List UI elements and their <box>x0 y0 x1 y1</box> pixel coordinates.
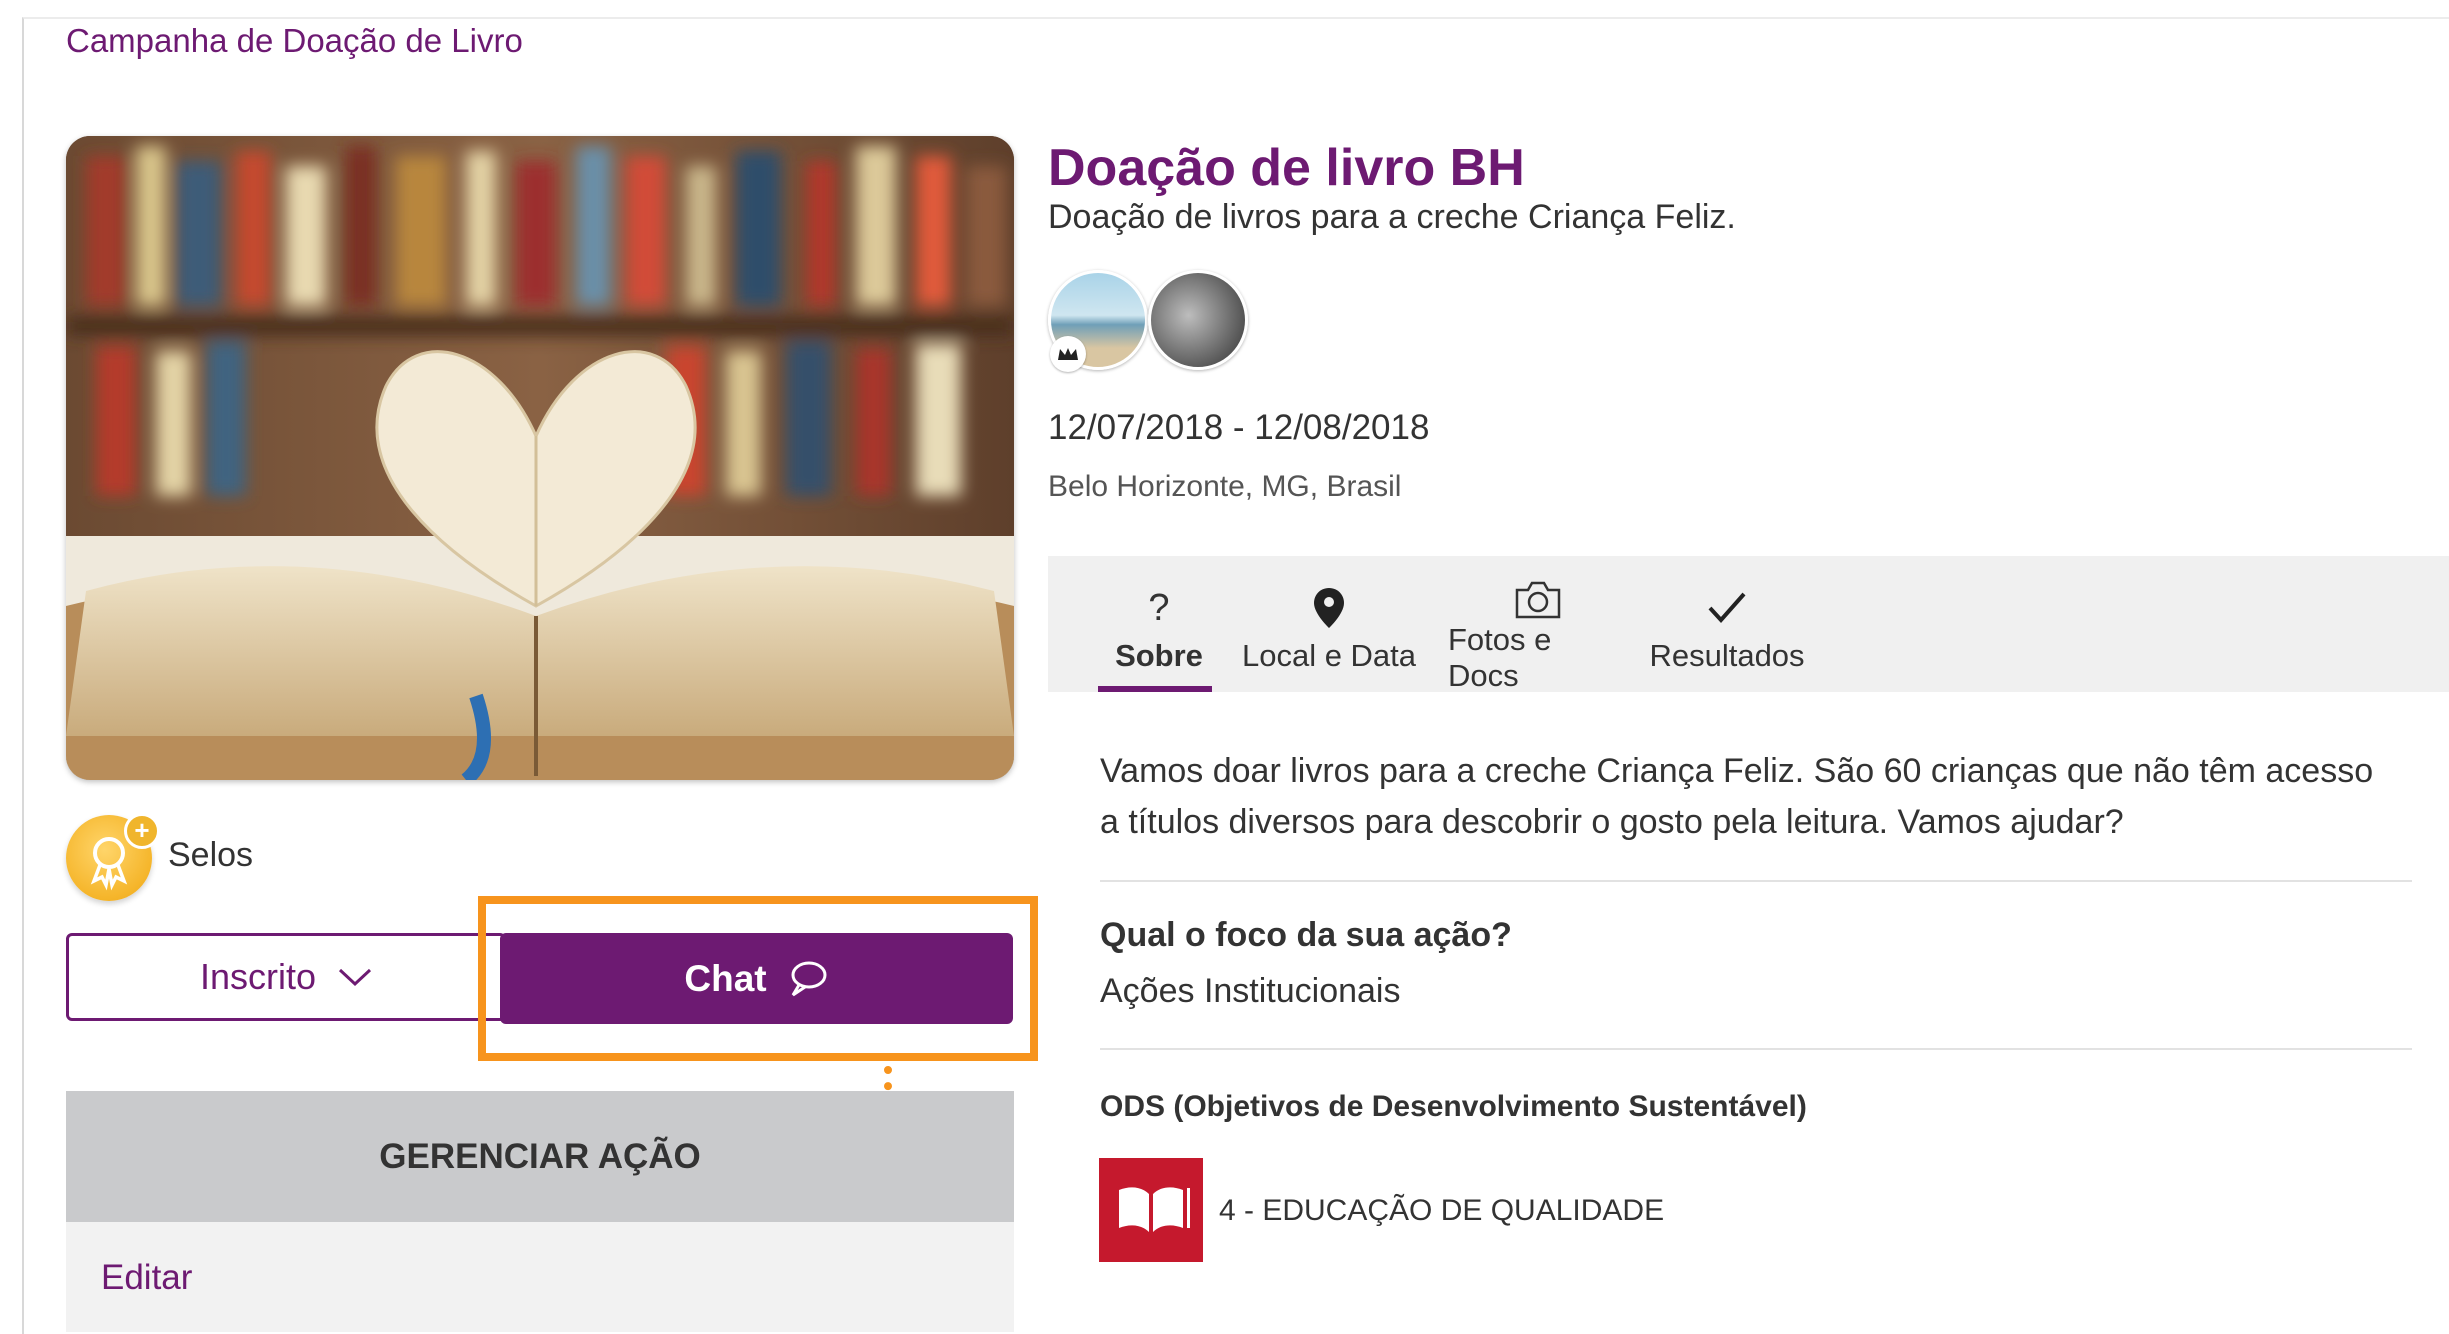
tab-photos-docs-label: Fotos e Docs <box>1448 622 1552 693</box>
tab-results[interactable]: Resultados <box>1649 556 1805 692</box>
check-icon <box>1707 580 1747 636</box>
campaign-cover-image <box>66 136 1014 780</box>
crown-icon <box>1050 336 1086 372</box>
focus-answer: Ações Institucionais <box>1100 972 1401 1010</box>
ods-item-label: 4 - EDUCAÇÃO DE QUALIDADE <box>1219 1194 1665 1227</box>
add-badge-icon[interactable]: + <box>124 813 160 849</box>
campaign-description: Vamos doar livros para a creche Criança … <box>1100 752 2374 841</box>
chat-highlight-box <box>478 896 1038 1061</box>
divider <box>1100 1048 2412 1050</box>
tab-about[interactable]: ? Sobre <box>1102 556 1216 692</box>
campaign-subtitle: Doação de livros para a creche Criança F… <box>1048 198 1736 236</box>
tab-bar: ? Sobre Local e Data Fotos e Docs Result… <box>1048 556 2449 693</box>
manage-action-panel <box>66 1222 1014 1332</box>
map-pin-icon <box>1312 580 1346 636</box>
active-tab-indicator <box>1098 686 1212 692</box>
member-avatar[interactable] <box>1148 270 1248 370</box>
tab-location-date-label: Local e Data <box>1241 638 1417 673</box>
focus-question: Qual o foco da sua ação? <box>1100 916 1512 954</box>
manage-action-header: GERENCIAR AÇÃO <box>66 1091 1014 1222</box>
tab-about-label: Sobre <box>1115 638 1203 673</box>
badges-label: Selos <box>168 836 254 874</box>
ods-education-book-icon <box>1099 1158 1203 1262</box>
tab-location-date[interactable]: Local e Data <box>1234 556 1424 692</box>
breadcrumb[interactable]: Campanha de Doação de Livro <box>66 22 523 60</box>
tab-results-label: Resultados <box>1649 638 1805 673</box>
divider <box>1100 880 2412 882</box>
ods-title: ODS (Objetivos de Desenvolvimento Susten… <box>1100 1090 1807 1123</box>
tab-photos-docs[interactable]: Fotos e Docs <box>1448 556 1628 693</box>
campaign-title: Doação de livro BH <box>1048 139 1525 197</box>
edit-link[interactable]: Editar <box>101 1258 192 1298</box>
chevron-down-icon <box>338 968 372 987</box>
subscribed-dropdown-button[interactable]: Inscrito <box>66 933 506 1021</box>
campaign-location: Belo Horizonte, MG, Brasil <box>1048 470 1402 503</box>
book-heart-illustration <box>66 136 1014 780</box>
question-icon: ? <box>1148 586 1170 629</box>
subscribed-label: Inscrito <box>199 956 317 997</box>
campaign-dates: 12/07/2018 - 12/08/2018 <box>1048 408 1430 447</box>
camera-icon <box>1513 580 1563 620</box>
